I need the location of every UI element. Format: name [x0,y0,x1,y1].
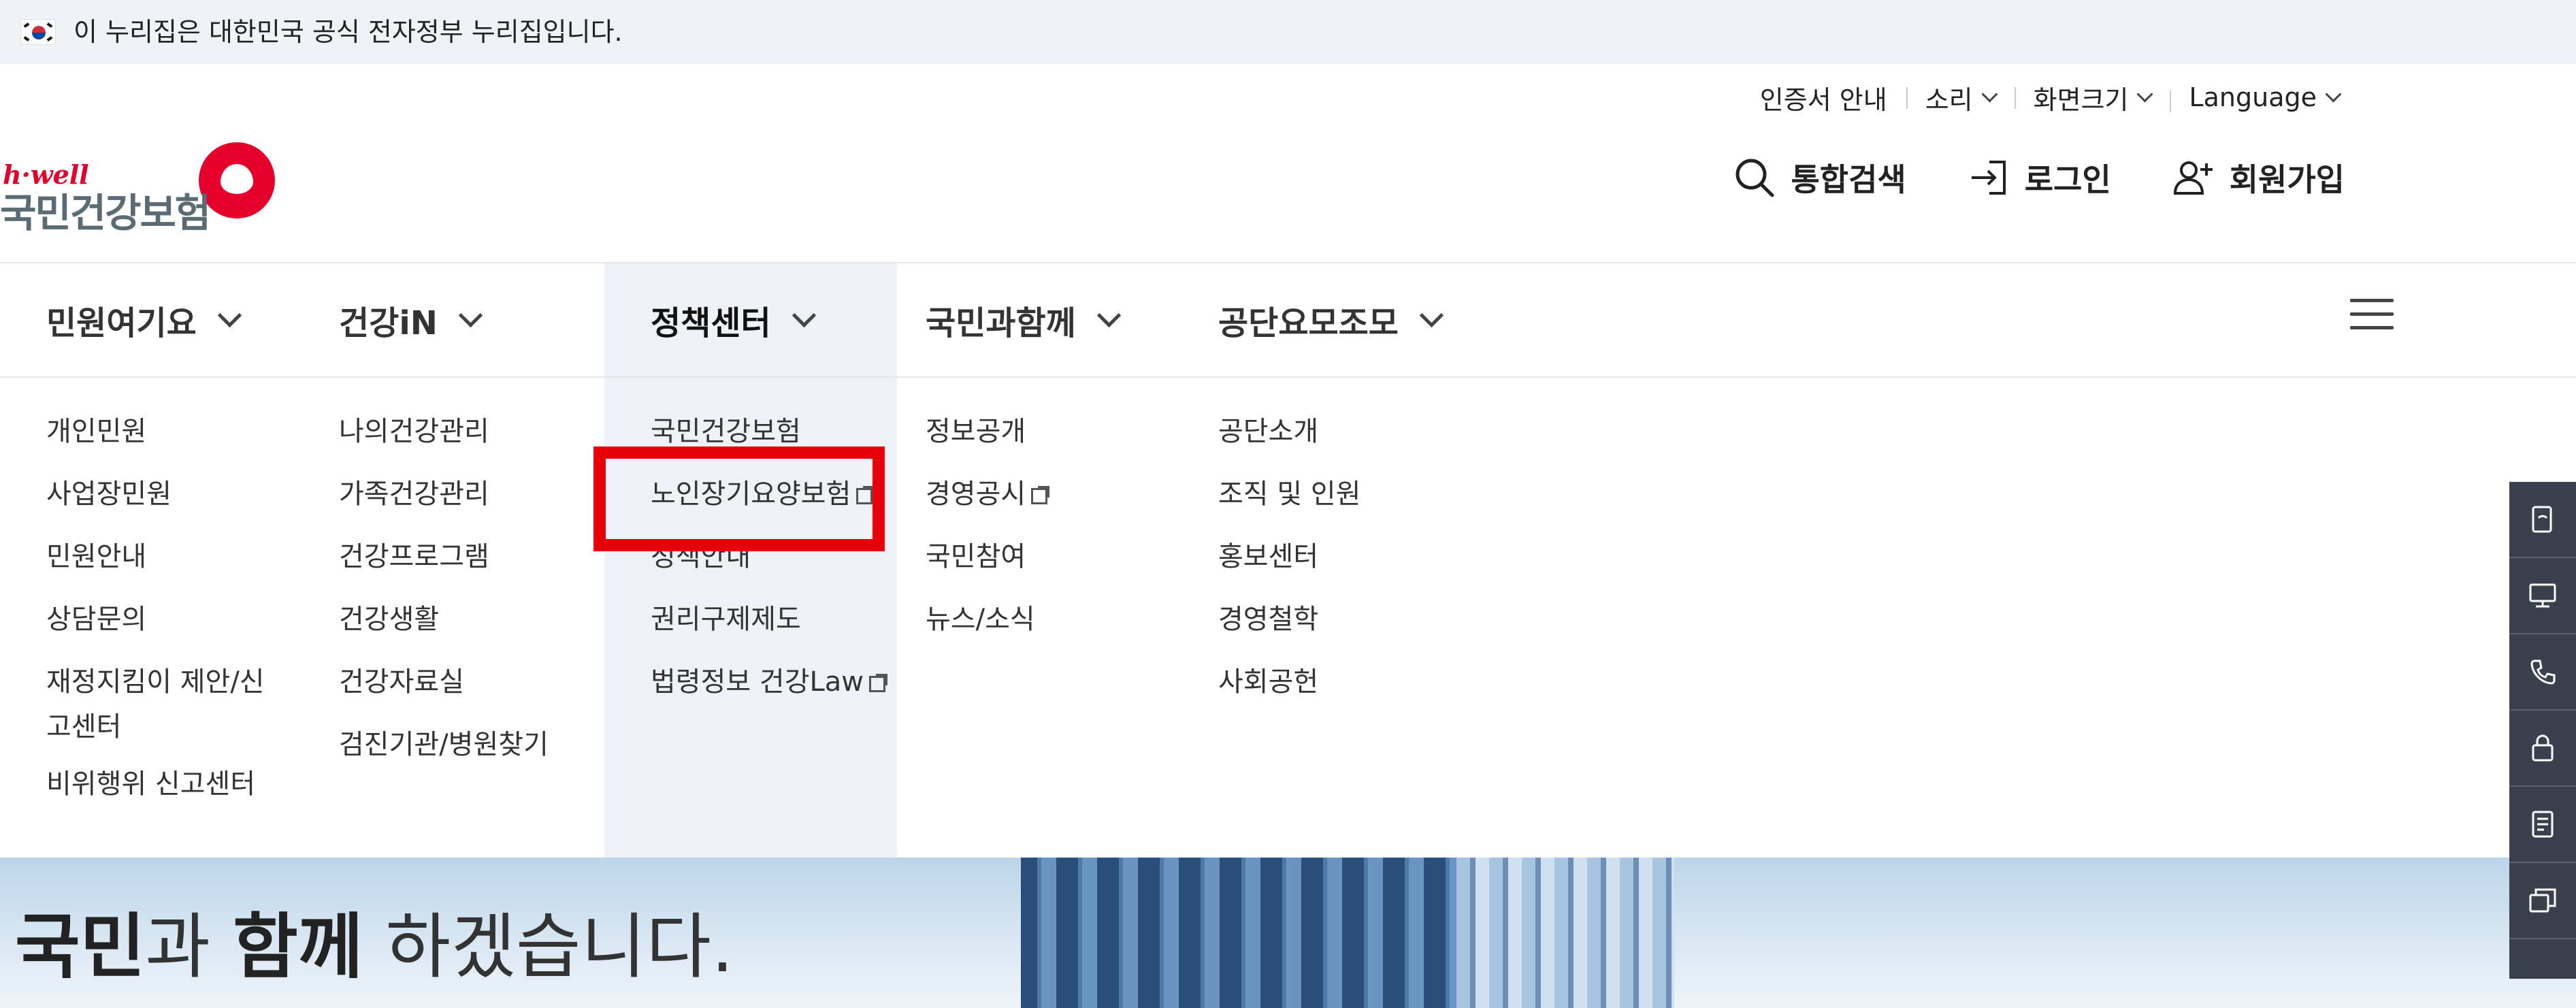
quick-item-list[interactable] [2509,787,2576,863]
gnb-item-minwon[interactable]: 민원여기요 [0,263,293,376]
hamburger-menu-icon[interactable] [2350,299,2394,333]
chevron-down-icon [792,303,816,327]
chevron-down-icon [2136,85,2153,103]
quick-item-phone[interactable] [2509,634,2576,711]
gnb-item-about[interactable]: 공단요모조모 [1172,263,1465,376]
mega-menu-dropdown: 개인민원 사업장민원 민원안내 상담문의 재정지킴이 제안/신고센터 비위행위 … [0,378,2576,858]
add-user-icon [2173,161,2213,195]
menu-link[interactable]: 권리구제제도 [651,600,897,639]
lock-icon [2532,734,2554,762]
gnb-item-policy-center[interactable]: 정책센터 [604,263,897,376]
global-nav: 민원여기요 건강iN 정책센터 국민과함께 공단요모조모 [0,263,2576,378]
util-screen-size[interactable]: 화면크기 [2014,79,2170,116]
menu-link-law-info[interactable]: 법령정보 건강Law [651,662,897,702]
search-button[interactable]: 통합검색 [1733,155,1906,200]
menu-link[interactable]: 건강생활 [339,600,585,639]
windows-icon [2529,888,2556,913]
menu-link[interactable]: 경영철학 [1218,600,1465,639]
quick-menu [2509,482,2576,979]
quick-item-lock[interactable] [2509,711,2576,787]
menu-link[interactable]: 검진기관/병원찾기 [339,725,585,764]
menu-link[interactable]: 공단소개 [1218,412,1465,451]
login-button[interactable]: 로그인 [1968,155,2111,200]
chevron-down-icon [1981,85,1998,103]
dropdown-col-with-people: 정보공개 경영공시 국민참여 뉴스/소식 [879,378,1172,858]
list-document-icon [2532,811,2554,838]
login-icon [1971,161,2006,195]
monitor-icon [2529,583,2556,608]
dropdown-col-about: 공단소개 조직 및 인원 홍보센터 경영철학 사회공헌 [1172,378,1465,858]
chevron-down-icon [217,303,242,327]
quick-item-windows[interactable] [2509,863,2576,939]
chevron-down-icon [458,303,483,327]
signup-button[interactable]: 회원가입 [2172,155,2345,200]
menu-link[interactable]: 뉴스/소식 [926,600,1172,639]
external-link-icon [1031,486,1050,504]
header: 인증서 안내 소리 화면크기 Language h·well 국민건강보험 통합… [0,64,2576,263]
gov-banner: 이 누리집은 대한민국 공식 전자정부 누리집입니다. [0,0,2576,64]
menu-link[interactable]: 사회공헌 [1218,662,1465,702]
gnb-item-health-in[interactable]: 건강iN [293,263,585,376]
util-sound[interactable]: 소리 [1906,79,2015,116]
utility-menu: 인증서 안내 소리 화면크기 Language [1741,79,2358,116]
menu-link[interactable]: 건강자료실 [339,662,585,702]
highlight-box [593,446,885,551]
menu-link[interactable]: 사업장민원 [46,474,293,514]
menu-link[interactable]: 나의건강관리 [339,412,585,451]
menu-link[interactable]: 비위행위 신고센터 [46,764,293,804]
dropdown-col-minwon: 개인민원 사업장민원 민원안내 상담문의 재정지킴이 제안/신고센터 비위행위 … [0,378,293,858]
menu-link[interactable]: 가족건강관리 [339,474,585,514]
header-actions: 통합검색 로그인 회원가입 [1672,155,2345,200]
menu-link[interactable]: 상담문의 [46,600,293,639]
gov-banner-text: 이 누리집은 대한민국 공식 전자정부 누리집입니다. [74,17,623,47]
menu-link[interactable]: 민원안내 [46,537,293,576]
menu-link[interactable]: 국민참여 [926,537,1172,576]
quick-item-monitor[interactable] [2509,558,2576,634]
heart-logo-icon [199,142,275,218]
chevron-down-icon [1096,303,1121,327]
hero-banner: 국민과 함께 하겠습니다. [0,858,2576,1008]
phone-icon [2530,660,2556,685]
menu-link[interactable]: 조직 및 인원 [1218,474,1465,514]
building-image [1021,858,1456,1008]
menu-link[interactable]: 재정지킴이 제안/신고센터 [46,660,271,749]
menu-link-management-disclosure[interactable]: 경영공시 [926,474,1172,514]
menu-link[interactable]: 정보공개 [926,412,1172,451]
menu-link[interactable]: 홍보센터 [1218,537,1465,576]
logo-name: 국민건강보험 [0,190,211,236]
gnb-item-with-people[interactable]: 국민과함께 [879,263,1172,376]
util-language[interactable]: Language [2170,82,2358,112]
chevron-down-icon [1419,303,1444,327]
menu-link[interactable]: 개인민원 [46,412,293,451]
menu-link-national-health-insurance[interactable]: 국민건강보험 [651,412,897,451]
hero-slogan: 국민과 함께 하겠습니다. [15,905,734,988]
korea-flag-icon [20,19,56,45]
util-certificate[interactable]: 인증서 안내 [1741,79,1906,116]
menu-link[interactable]: 건강프로그램 [339,537,585,576]
chevron-down-icon [2325,85,2342,103]
dropdown-col-health-in: 나의건강관리 가족건강관리 건강프로그램 건강생활 건강자료실 검진기관/병원찾… [293,378,585,858]
document-signal-icon [2532,506,2552,533]
search-icon [1735,159,1774,197]
quick-item-document[interactable] [2509,482,2576,558]
